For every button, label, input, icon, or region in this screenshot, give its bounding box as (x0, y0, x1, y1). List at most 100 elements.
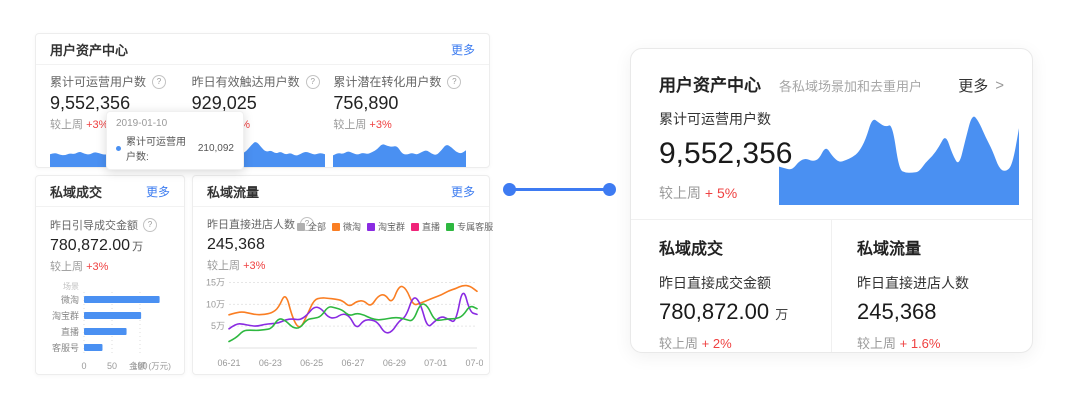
legend-item[interactable]: 微淘 (332, 220, 361, 233)
svg-text:5万: 5万 (211, 321, 225, 331)
metric-label-row: 累计潜在转化用户数 ? (333, 73, 475, 90)
legend-item[interactable]: 直播 (411, 220, 440, 233)
card-title: 私域成交 (50, 182, 102, 201)
metric-label: 累计可运营用户数 (50, 73, 146, 90)
legend-label: 全部 (308, 220, 326, 233)
card-header: 私域流量 更多 (193, 176, 489, 207)
help-icon[interactable]: ? (152, 75, 166, 89)
legend-item[interactable]: 全部 (297, 220, 326, 233)
chart-svg: 场景微淘淘宝群直播客服号050100金额 (万元) (50, 280, 172, 372)
compare-label: 较上周 (659, 185, 701, 201)
metric-compare: 较上周 +3% (50, 258, 170, 274)
svg-text:06-29: 06-29 (383, 358, 406, 368)
svg-text:0: 0 (81, 361, 86, 371)
private-deal-card: 私域成交 更多 昨日引导成交金额 ? 780,872.00万 较上周 +3% 场… (35, 175, 185, 375)
compare-label: 较上周 (50, 261, 83, 273)
card-title: 私域流量 (207, 182, 259, 201)
metric-block: 累计可运营用户数 9,552,356 较上周 + 5% (659, 109, 792, 203)
more-link[interactable]: 更多 > (958, 75, 1004, 96)
metric-label: 昨日直接进店人数 (207, 216, 295, 232)
compare-label: 较上周 (50, 119, 83, 131)
svg-text:06-25: 06-25 (300, 358, 323, 368)
connector (503, 183, 616, 197)
value-number: 780,872.00 (50, 237, 130, 254)
chart-svg (779, 99, 1019, 205)
card-header: 私域成交 更多 (36, 176, 184, 207)
tooltip-row: 累计可运营用户数: 210,092 (116, 133, 234, 163)
chart-legend: 全部 微淘 淘宝群 直播 专属客服 (297, 220, 493, 233)
svg-text:直播: 直播 (61, 326, 79, 337)
legend-label: 专属客服 (457, 220, 493, 233)
legend-label: 微淘 (343, 220, 361, 233)
metric-label: 昨日有效触达用户数 (192, 73, 300, 90)
card-subtitle: 各私域场景加和去重用户 (779, 76, 958, 95)
section-title: 私域成交 (659, 235, 788, 259)
metric-compare: 较上周 + 5% (659, 183, 792, 203)
scene-bar-chart[interactable]: 场景微淘淘宝群直播客服号050100金额 (万元) (50, 280, 172, 372)
card-body: 昨日引导成交金额 ? 780,872.00万 较上周 +3% 场景微淘淘宝群直播… (36, 207, 184, 372)
chart-tooltip: 2019-01-10 累计可运营用户数: 210,092 (106, 111, 244, 170)
value-unit: 万 (132, 241, 143, 253)
more-link[interactable]: 更多 (146, 183, 170, 200)
svg-text:06-27: 06-27 (341, 358, 364, 368)
value-number: 245,368 (857, 299, 937, 324)
metric-value: 9,552,356 (659, 137, 792, 171)
svg-text:10万: 10万 (206, 299, 225, 309)
section-label: 昨日直接进店人数 (857, 273, 969, 293)
section-compare: 较上周 + 2% (659, 333, 788, 352)
divider (831, 219, 832, 352)
section-private-deal: 私域成交 昨日直接成交金额 780,872.00 万 较上周 + 2% (659, 235, 788, 352)
svg-text:50: 50 (107, 361, 117, 371)
metric-compare: 较上周 +3% (333, 116, 475, 132)
connector-dot-right (603, 183, 616, 196)
legend-item[interactable]: 淘宝群 (367, 220, 405, 233)
compare-value: + 2% (702, 336, 732, 351)
compare-label: 较上周 (333, 119, 366, 131)
metric-label: 昨日引导成交金额 (50, 217, 138, 233)
card-header: 用户资产中心 更多 (36, 34, 489, 65)
legend-item[interactable]: 专属客服 (446, 220, 493, 233)
big-area-chart[interactable] (779, 99, 1019, 205)
section-value: 780,872.00 万 (659, 299, 788, 325)
metric-potential-users: 累计潜在转化用户数 ? 756,890 较上周 +3% (333, 73, 475, 167)
more-link[interactable]: 更多 (451, 183, 475, 200)
svg-text:微淘: 微淘 (61, 294, 79, 305)
tooltip-date: 2019-01-10 (116, 118, 234, 129)
private-traffic-card: 私域流量 更多 昨日直接进店人数 ? 245,368 较上周 +3% 全部微淘淘… (192, 175, 490, 375)
metric-value: 245,368 (207, 236, 314, 254)
metric-label-row: 累计可运营用户数 ? (50, 73, 192, 90)
chart-svg (333, 137, 466, 167)
metric-label-row: 昨日引导成交金额 ? (50, 217, 170, 233)
traffic-line-chart[interactable]: 5万10万15万06-2106-2306-2506-2706-2907-0107… (203, 270, 483, 370)
tooltip-value: 210,092 (198, 143, 234, 154)
metric-label-row: 昨日有效触达用户数 ? (192, 73, 334, 90)
svg-text:07-03: 07-03 (465, 358, 483, 368)
help-icon[interactable]: ? (143, 218, 157, 232)
compare-value: + 5% (705, 185, 737, 201)
more-label: 更多 (958, 75, 988, 96)
metrics-row: 累计可运营用户数 ? 9,552,356 较上周 +3% 昨日有效触达用户数 ?… (36, 65, 489, 167)
svg-text:15万: 15万 (206, 278, 225, 288)
card-header: 用户资产中心 各私域场景加和去重用户 更多 > (631, 49, 1032, 96)
compare-value: + 1.6% (900, 336, 941, 351)
legend-swatch-icon (411, 223, 419, 231)
value-number: 780,872.00 (659, 299, 769, 324)
user-asset-center-detail-card: 用户资产中心 各私域场景加和去重用户 更多 > 累计可运营用户数 9,552,3… (630, 48, 1033, 353)
more-link[interactable]: 更多 (451, 41, 475, 58)
mini-area-chart[interactable] (333, 137, 466, 167)
svg-text:06-21: 06-21 (217, 358, 240, 368)
metric-label: 累计可运营用户数 (659, 109, 792, 129)
help-icon[interactable]: ? (447, 75, 461, 89)
svg-text:06-23: 06-23 (259, 358, 282, 368)
compare-value: +3% (86, 261, 108, 273)
section-compare: 较上周 + 1.6% (857, 333, 969, 352)
help-icon[interactable]: ? (306, 75, 320, 89)
connector-dot-left (503, 183, 516, 196)
svg-text:客服号: 客服号 (52, 342, 79, 353)
compare-label: 较上周 (857, 336, 896, 351)
legend-swatch-icon (367, 223, 375, 231)
value-unit: 万 (775, 307, 788, 322)
legend-label: 直播 (422, 220, 440, 233)
compare-label: 较上周 (659, 336, 698, 351)
legend-label: 淘宝群 (378, 220, 405, 233)
